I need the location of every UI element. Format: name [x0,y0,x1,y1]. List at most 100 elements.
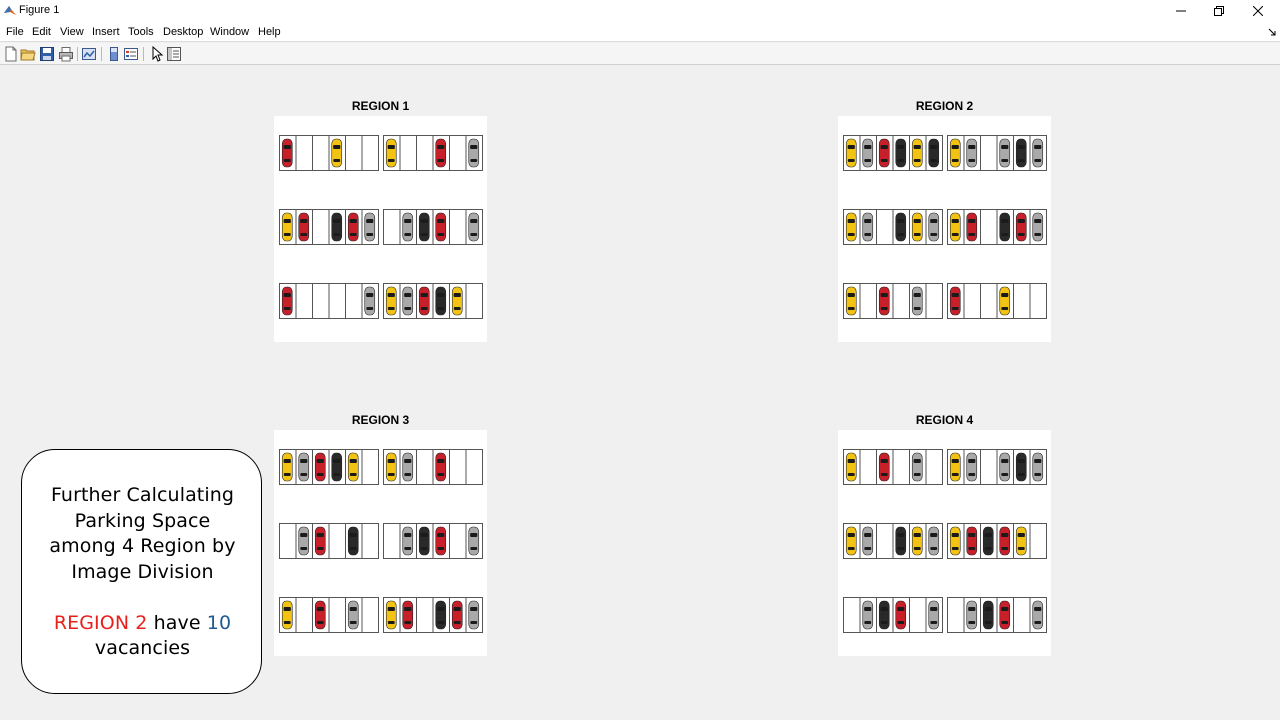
car-icon [845,452,857,482]
car-icon [911,212,923,242]
menu-help[interactable]: Help [258,26,281,38]
car-icon [895,600,907,630]
car-icon [281,452,293,482]
car-icon [347,600,359,630]
region-1-title: REGION 1 [351,99,410,113]
info-line-6: vacancies [94,637,191,659]
save-icon[interactable] [39,46,55,62]
car-icon [314,600,326,630]
car-icon [862,526,874,556]
car-icon [966,212,978,242]
menu-file[interactable]: File [6,26,24,38]
car-icon [911,286,923,316]
info-result-line: REGION 2 have 10 [22,612,263,634]
car-icon [331,138,343,168]
car-icon [999,212,1011,242]
car-icon [418,286,430,316]
minimize-button[interactable] [1161,0,1201,22]
car-icon [982,600,994,630]
car-icon [281,286,293,316]
car-icon [949,286,961,316]
car-icon [281,600,293,630]
new-figure-icon[interactable] [3,46,19,62]
toolbar-separator [101,47,102,61]
print-icon[interactable] [58,46,74,62]
car-icon [364,286,376,316]
car-icon [966,452,978,482]
car-icon [435,212,447,242]
minimize-icon [1176,10,1186,12]
car-icon [982,526,994,556]
region-4-panel[interactable] [838,430,1051,656]
car-icon [949,526,961,556]
toolbar-separator [143,47,144,61]
region-3-panel[interactable] [274,430,487,656]
info-line-4: Image Division [71,561,214,583]
close-button[interactable] [1238,0,1278,22]
restore-button[interactable] [1199,0,1239,22]
car-icon [1032,138,1044,168]
car-icon [331,452,343,482]
car-icon [402,600,414,630]
menu-window[interactable]: Window [210,26,249,38]
car-icon [402,286,414,316]
car-icon [402,212,414,242]
matlab-logo-icon [4,6,16,15]
car-icon [1032,600,1044,630]
menu-view[interactable]: View [60,26,84,38]
car-icon [966,138,978,168]
car-icon [435,600,447,630]
car-icon [878,452,890,482]
region-1-panel[interactable] [274,116,487,342]
result-region: REGION 2 [53,612,148,634]
car-icon [911,452,923,482]
menu-desktop[interactable]: Desktop [163,26,203,38]
link-plot-icon[interactable] [81,46,97,62]
region-2-title: REGION 2 [915,99,974,113]
car-icon [928,212,940,242]
car-icon [999,526,1011,556]
car-icon [418,526,430,556]
car-icon [402,526,414,556]
car-icon [1015,138,1027,168]
property-inspector-icon[interactable] [166,46,182,62]
car-icon [364,212,376,242]
car-icon [281,212,293,242]
car-icon [895,526,907,556]
car-icon [314,452,326,482]
car-icon [878,286,890,316]
insert-legend-icon[interactable] [123,46,139,62]
car-icon [468,138,480,168]
region-2-panel[interactable] [838,116,1051,342]
car-icon [1015,212,1027,242]
parking-lot-image [279,449,483,633]
car-icon [435,286,447,316]
figure-toolbar [0,43,1280,65]
edit-plot-icon[interactable] [149,46,165,62]
car-icon [845,286,857,316]
dock-arrow-icon[interactable] [1268,28,1276,36]
car-icon [911,138,923,168]
open-icon[interactable] [20,46,36,62]
car-icon [435,138,447,168]
insert-colorbar-icon[interactable] [106,46,122,62]
car-icon [402,452,414,482]
info-line-3: among 4 Region by [49,535,236,557]
menu-insert[interactable]: Insert [92,26,120,38]
car-icon [385,600,397,630]
title-bar: Figure 1 [0,0,1280,22]
car-icon [895,138,907,168]
car-icon [878,600,890,630]
menu-tools[interactable]: Tools [128,26,154,38]
car-icon [845,212,857,242]
car-icon [928,138,940,168]
menu-edit[interactable]: Edit [32,26,51,38]
car-icon [435,526,447,556]
car-icon [949,452,961,482]
car-icon [451,600,463,630]
restore-icon [1214,6,1224,16]
car-icon [949,138,961,168]
car-icon [298,452,310,482]
car-icon [999,452,1011,482]
car-icon [347,212,359,242]
